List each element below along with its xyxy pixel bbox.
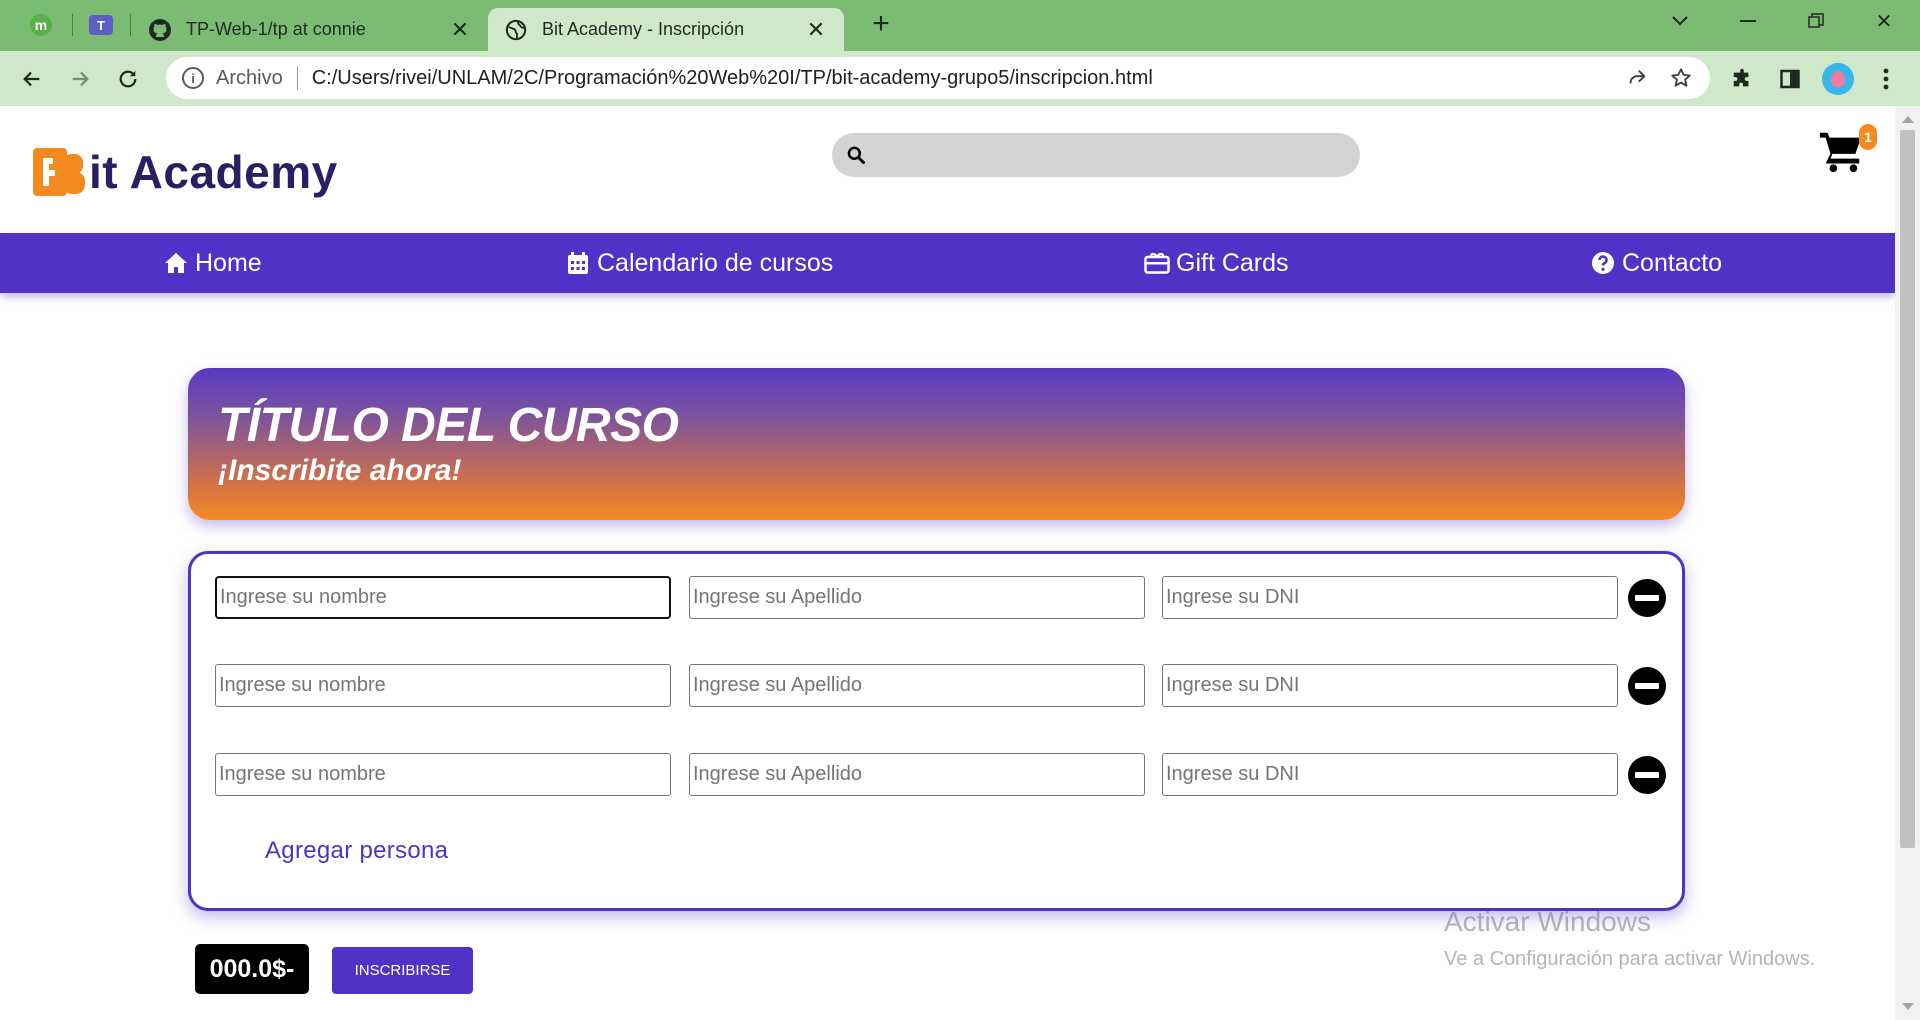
- logo-text: it Academy: [89, 146, 338, 198]
- tab-separator: [72, 14, 73, 36]
- nombre-field[interactable]: [215, 664, 671, 707]
- nav-item-label: Contacto: [1622, 248, 1723, 277]
- tab-github[interactable]: TP-Web-1/tp at connie ✕: [132, 8, 488, 51]
- nav-item-label: Calendario de cursos: [597, 248, 834, 277]
- nav-item-home[interactable]: Home: [163, 233, 262, 293]
- divider: [296, 66, 298, 90]
- enrollment-form: Agregar persona: [188, 551, 1685, 911]
- puzzle-icon: [1733, 68, 1749, 87]
- course-banner: TÍTULO DEL CURSO ¡Inscribite ahora!: [188, 368, 1685, 520]
- extensions-button[interactable]: [1726, 63, 1758, 95]
- reload-button[interactable]: [112, 63, 144, 95]
- bookmark-star-icon[interactable]: [1666, 63, 1696, 93]
- close-icon: ✕: [1875, 10, 1893, 33]
- bit-academy-logo[interactable]: it Academy: [31, 142, 338, 202]
- shopping-cart-icon: [1819, 132, 1862, 173]
- restore-icon: [1808, 13, 1824, 28]
- side-panel-icon: [1780, 69, 1800, 89]
- menu-button[interactable]: [1870, 63, 1902, 95]
- side-panel-button[interactable]: [1774, 63, 1806, 95]
- teams-icon: T: [89, 15, 113, 35]
- close-tab-icon[interactable]: ✕: [804, 17, 828, 43]
- forward-button[interactable]: [64, 63, 96, 95]
- dni-field[interactable]: [1162, 664, 1618, 707]
- search-input[interactable]: [874, 135, 1360, 175]
- tab-title: Bit Academy - Inscripción: [542, 19, 745, 39]
- minimize-icon: [1740, 20, 1756, 22]
- browser-tab-strip: m T TP-Web-1/tp at connie ✕ Bit Academy …: [0, 0, 1920, 51]
- remove-person-button[interactable]: [1628, 756, 1666, 794]
- back-button[interactable]: [16, 63, 48, 95]
- nav-item-contacto[interactable]: Contacto: [1590, 233, 1722, 293]
- restore-button[interactable]: [1786, 6, 1846, 36]
- pinned-tab-moodle[interactable]: m: [26, 10, 56, 40]
- nombre-field[interactable]: [215, 576, 671, 619]
- main-nav: Home Calendario de cursos Gift Cards Con…: [0, 233, 1895, 293]
- add-person-link[interactable]: Agregar persona: [265, 837, 448, 865]
- search-icon: [847, 146, 865, 164]
- pinned-tab-teams[interactable]: T: [86, 10, 116, 40]
- question-circle-icon: [1590, 250, 1616, 276]
- nav-item-label: Home: [195, 248, 262, 277]
- windows-activation-text: Ve a Configuración para activar Windows.: [1444, 948, 1816, 970]
- tab-bit-academy[interactable]: Bit Academy - Inscripción ✕: [488, 8, 844, 51]
- price-display: 000.0$-: [195, 944, 309, 994]
- apellido-field[interactable]: [689, 664, 1145, 707]
- minimize-button[interactable]: [1718, 6, 1778, 36]
- close-tab-icon[interactable]: ✕: [448, 17, 472, 43]
- search-bar[interactable]: [832, 133, 1360, 177]
- nav-item-label: Gift Cards: [1176, 248, 1289, 277]
- inscribirse-button[interactable]: INSCRIBIRSE: [332, 947, 473, 994]
- reload-icon: [119, 70, 137, 88]
- share-icon[interactable]: [1622, 63, 1652, 93]
- gift-icon: [1144, 250, 1170, 276]
- remove-person-button[interactable]: [1628, 579, 1666, 617]
- nombre-field[interactable]: [215, 753, 671, 796]
- url-text[interactable]: C:/Users/rivei/UNLAM/2C/Programación%20W…: [312, 67, 1622, 90]
- kebab-menu-icon: [1883, 68, 1889, 90]
- nav-item-calendario[interactable]: Calendario de cursos: [565, 233, 833, 293]
- address-bar[interactable]: i Archivo C:/Users/rivei/UNLAM/2C/Progra…: [166, 57, 1710, 99]
- page-viewport: it Academy 1 Home Calendario de cursos G…: [0, 106, 1895, 1020]
- apellido-field[interactable]: [689, 576, 1145, 619]
- cart-button[interactable]: [1818, 128, 1864, 174]
- info-icon[interactable]: i: [182, 67, 204, 89]
- windows-activation-title: Activar Windows: [1444, 906, 1651, 937]
- calendar-icon: [565, 250, 591, 276]
- arrow-right-icon: [72, 71, 89, 87]
- course-subtitle: ¡Inscribite ahora!: [218, 454, 462, 487]
- close-window-button[interactable]: ✕: [1854, 6, 1914, 36]
- tab-search-button[interactable]: [1650, 6, 1710, 36]
- new-tab-button[interactable]: +: [866, 9, 896, 40]
- scrollbar-thumb[interactable]: [1900, 130, 1915, 848]
- apellido-field[interactable]: [689, 753, 1145, 796]
- globe-icon: [504, 18, 528, 42]
- tab-separator: [130, 14, 131, 36]
- home-icon: [163, 250, 189, 276]
- scroll-up-arrow-icon[interactable]: [1902, 116, 1914, 123]
- tab-title: TP-Web-1/tp at connie: [186, 19, 366, 39]
- moodle-icon: m: [30, 14, 52, 36]
- arrow-left-icon: [23, 71, 40, 87]
- remove-person-button[interactable]: [1628, 667, 1666, 705]
- dni-field[interactable]: [1162, 753, 1618, 796]
- scroll-down-arrow-icon[interactable]: [1902, 1003, 1914, 1010]
- chevron-down-icon: [1672, 16, 1688, 26]
- cart-count-badge: 1: [1859, 124, 1877, 150]
- nav-item-gift-cards[interactable]: Gift Cards: [1144, 233, 1289, 293]
- page-scrollbar[interactable]: [1895, 106, 1920, 1020]
- course-title: TÍTULO DEL CURSO: [218, 399, 679, 452]
- security-label: Archivo: [216, 66, 283, 89]
- profile-avatar[interactable]: [1822, 63, 1854, 95]
- logo-mark-icon: [33, 148, 85, 196]
- browser-toolbar: i Archivo C:/Users/rivei/UNLAM/2C/Progra…: [0, 51, 1920, 106]
- dni-field[interactable]: [1162, 576, 1618, 619]
- github-icon: [148, 18, 172, 42]
